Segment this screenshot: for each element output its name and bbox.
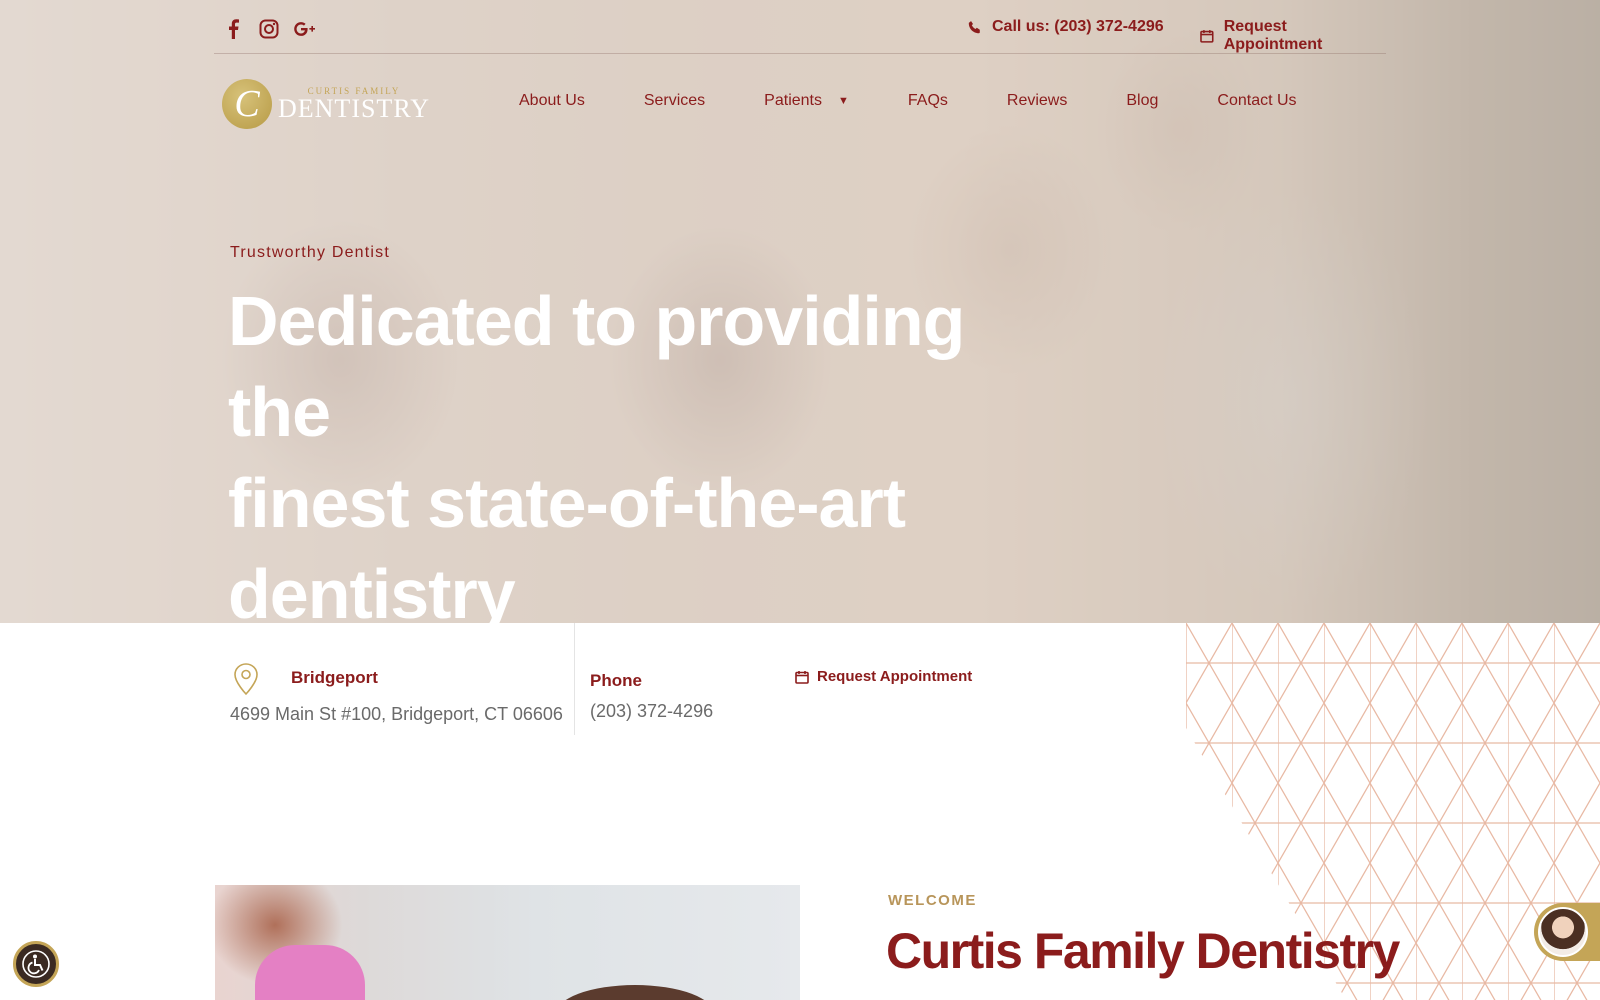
location-address[interactable]: 4699 Main St #100, Bridgeport, CT 06606 [230, 704, 563, 725]
chat-agent-avatar [1538, 907, 1588, 957]
top-bar: Call us: (203) 372-4296 Request Appointm… [214, 14, 1386, 54]
phone-number[interactable]: (203) 372-4296 [590, 701, 713, 722]
hero-headline-line: Dedicated to providing the [228, 282, 965, 451]
chevron-down-icon: ▼ [837, 95, 849, 107]
phone-title: Phone [590, 671, 642, 690]
main-nav: About Us Services Patients ▼ FAQs Reviews… [519, 92, 1356, 110]
location-pin-icon [232, 662, 260, 701]
facebook-icon[interactable] [222, 18, 244, 40]
hero-headline-line: finest state-of-the-art [228, 464, 906, 542]
hero-headline: Dedicated to providing the finest state-… [228, 276, 1048, 623]
nav-about-us[interactable]: About Us [519, 92, 585, 110]
request-appointment-label: Request Appointment [817, 668, 973, 685]
logo-mark: C [222, 79, 272, 129]
google-plus-icon[interactable] [294, 18, 316, 40]
hero-section: Call us: (203) 372-4296 Request Appointm… [0, 0, 1600, 623]
social-links [222, 18, 316, 40]
call-us-link[interactable]: Call us: (203) 372-4296 [968, 18, 1164, 36]
instagram-icon[interactable] [258, 18, 280, 40]
request-appointment-link[interactable]: Request Appointment [1200, 18, 1386, 54]
location-title[interactable]: Bridgeport [291, 668, 378, 688]
nav-patients-label: Patients [764, 92, 822, 109]
accessibility-icon [22, 950, 50, 978]
hero-headline-line: dentistry [228, 555, 516, 623]
call-us-label: Call us: (203) 372-4296 [992, 18, 1164, 35]
nav-reviews[interactable]: Reviews [1007, 92, 1067, 110]
nav-blog[interactable]: Blog [1126, 92, 1158, 110]
nav-faqs[interactable]: FAQs [908, 92, 948, 110]
nav-services[interactable]: Services [644, 92, 705, 110]
logo-wordmark: DENTISTRY [278, 94, 430, 123]
info-divider [574, 623, 575, 735]
calendar-icon [1200, 30, 1214, 43]
nav-contact-us[interactable]: Contact Us [1217, 92, 1296, 110]
request-appointment-label: Request Appointment [1223, 18, 1323, 53]
welcome-title: Curtis Family Dentistry [886, 923, 1400, 979]
welcome-eyebrow: WELCOME [888, 892, 977, 909]
accessibility-button[interactable] [13, 941, 59, 987]
phone-icon [968, 21, 980, 34]
chat-widget-button[interactable] [1534, 903, 1600, 961]
calendar-icon [795, 670, 809, 684]
hero-eyebrow: Trustworthy Dentist [230, 244, 391, 261]
welcome-photo [215, 885, 800, 1000]
site-logo[interactable]: C CURTIS FAMILY DENTISTRY [222, 76, 432, 132]
nav-patients[interactable]: Patients ▼ [764, 92, 849, 110]
request-appointment-button[interactable]: Request Appointment [795, 668, 972, 685]
